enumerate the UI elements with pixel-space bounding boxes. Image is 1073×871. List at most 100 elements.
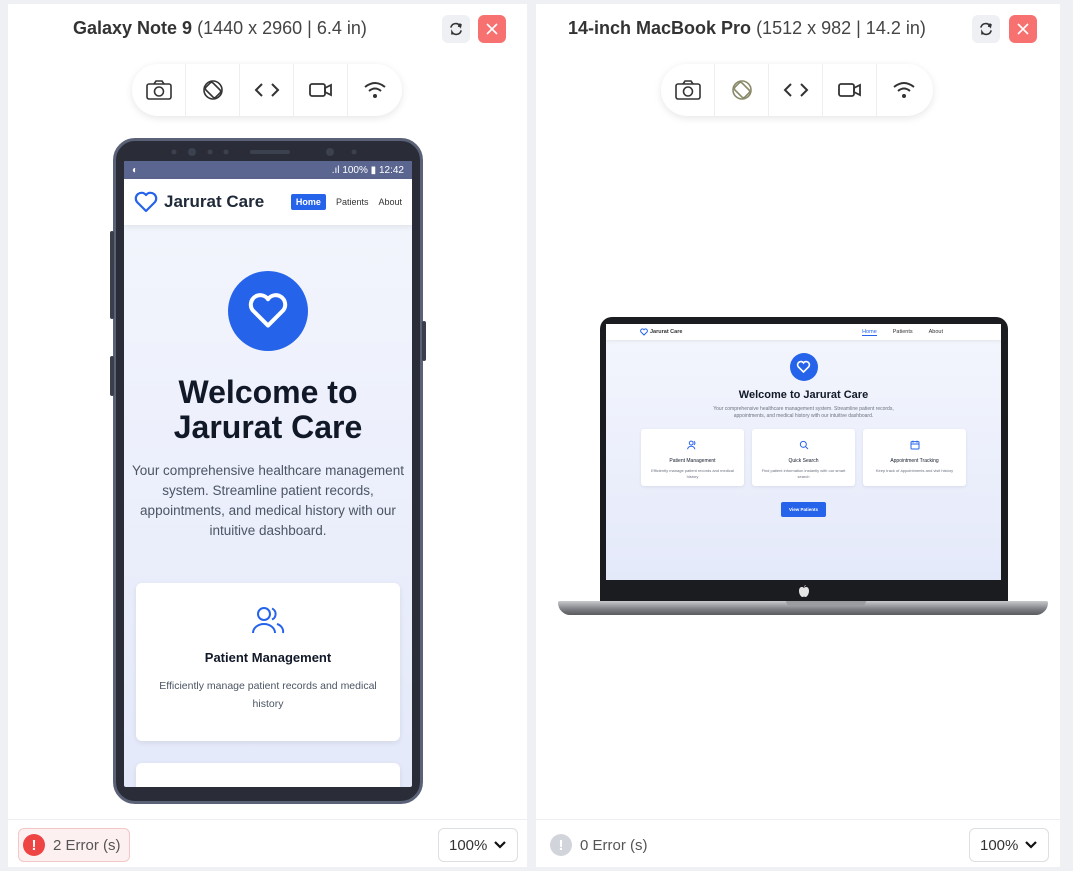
error-count: 0 Error (s)	[580, 836, 648, 854]
status-spinner-icon: ◐	[132, 164, 139, 176]
error-count: 2 Error (s)	[53, 836, 121, 854]
record-button[interactable]	[823, 64, 877, 116]
search-icon	[253, 785, 283, 787]
close-icon	[486, 23, 498, 35]
phone-screen: ◐ .ıl 100% ▮ 12:42 Jarurat Care Home Pat…	[124, 161, 412, 787]
feature-desc: Keep track of appointments and visit his…	[875, 468, 954, 473]
feature-card-quick-search: Quick Search Find patient information in…	[752, 429, 855, 486]
device-name: Galaxy Note 9	[73, 18, 193, 38]
panel-header: Galaxy Note 9 (1440 x 2960 | 6.4 in)	[8, 14, 527, 44]
calendar-icon	[910, 440, 919, 450]
nav-home-link[interactable]: Home	[862, 329, 877, 336]
nav-about-link[interactable]: About	[929, 329, 943, 336]
zoom-select[interactable]: 100%	[438, 828, 518, 862]
record-button[interactable]	[294, 64, 348, 116]
hero-title: Welcome to Jarurat Care	[738, 389, 869, 401]
brand-name: Jarurat Care	[164, 192, 265, 211]
inspect-code-button[interactable]	[240, 64, 294, 116]
heart-icon	[640, 328, 648, 336]
app-navbar: Jarurat Care Home Patients About	[606, 324, 1001, 340]
battery-level: 100%	[342, 164, 368, 176]
status-right: .ıl 100% ▮ 12:42	[332, 165, 404, 176]
feature-cards: Patient Management Efficiently manage pa…	[606, 429, 1001, 486]
heart-icon	[796, 360, 811, 374]
heart-icon	[248, 293, 288, 328]
network-button[interactable]	[348, 64, 402, 116]
close-icon	[1017, 23, 1029, 35]
hero-subtitle: Your comprehensive healthcare management…	[713, 406, 894, 419]
wifi-icon	[893, 82, 915, 98]
device-title: Galaxy Note 9 (1440 x 2960 | 6.4 in)	[73, 18, 367, 39]
panel-footer: ! 2 Error (s) 100%	[8, 819, 527, 867]
device-panel-galaxy: Galaxy Note 9 (1440 x 2960 | 6.4 in) ◐ .…	[8, 4, 527, 867]
nav-patients-link[interactable]: Patients	[336, 197, 369, 207]
device-title: 14-inch MacBook Pro (1512 x 982 | 14.2 i…	[568, 18, 926, 39]
feature-desc: Efficiently manage patient records and m…	[159, 680, 377, 710]
feature-card-patient-management: Patient Management Efficiently manage pa…	[136, 583, 400, 741]
zoom-value: 100%	[980, 836, 1019, 854]
apple-logo-icon	[799, 585, 809, 597]
battery-icon: ▮	[370, 164, 377, 176]
chevron-down-icon	[494, 841, 506, 849]
refresh-button[interactable]	[442, 15, 470, 43]
phone-power-button	[422, 321, 426, 361]
nav-patients-link[interactable]: Patients	[893, 329, 913, 336]
rotate-button[interactable]	[715, 64, 769, 116]
device-toolbar	[132, 64, 402, 116]
nav-links: Home Patients About	[290, 194, 402, 210]
chevron-down-icon	[1025, 841, 1037, 849]
inspect-code-button[interactable]	[769, 64, 823, 116]
feature-card-quick-search	[136, 763, 400, 787]
app-navbar: Jarurat Care Home Patients About	[124, 179, 412, 225]
feature-card-appointment-tracking: Appointment Tracking Keep track of appoi…	[863, 429, 966, 486]
screenshot-button[interactable]	[661, 64, 715, 116]
laptop-screen: Jarurat Care Home Patients About Welcome…	[606, 324, 1001, 580]
phone-side-button	[110, 356, 114, 396]
feature-title: Quick Search	[788, 458, 819, 464]
rotate-button[interactable]	[186, 64, 240, 116]
feature-title: Patient Management	[204, 650, 332, 665]
device-name: 14-inch MacBook Pro	[568, 18, 752, 38]
panel-footer: ! 0 Error (s) 100%	[536, 819, 1060, 867]
phone-side-button	[110, 231, 114, 319]
error-indicator[interactable]: ! 2 Error (s)	[18, 828, 130, 862]
code-icon	[783, 83, 808, 97]
nav-home-link[interactable]: Home	[290, 194, 326, 210]
panel-header: 14-inch MacBook Pro (1512 x 982 | 14.2 i…	[536, 14, 1060, 44]
hero-heart-badge	[228, 271, 308, 351]
network-button[interactable]	[877, 64, 931, 116]
video-icon	[308, 83, 332, 97]
close-button[interactable]	[1009, 15, 1037, 43]
signal-icon: .ıl	[331, 164, 340, 176]
zoom-select[interactable]: 100%	[969, 828, 1049, 862]
feature-title: Patient Management	[669, 458, 716, 464]
brand-logo[interactable]: Jarurat Care	[640, 328, 682, 336]
rotate-icon	[731, 80, 752, 100]
hero-subtitle: Your comprehensive healthcare management…	[132, 463, 404, 538]
error-alert-icon: !	[23, 834, 45, 856]
refresh-icon	[980, 22, 992, 36]
phone-frame: ◐ .ıl 100% ▮ 12:42 Jarurat Care Home Pat…	[110, 138, 426, 804]
status-time: 12:42	[378, 164, 404, 176]
camera-icon	[674, 80, 701, 100]
device-toolbar	[661, 64, 933, 116]
close-button[interactable]	[478, 15, 506, 43]
video-icon	[837, 83, 861, 97]
code-icon	[254, 83, 279, 97]
users-icon	[252, 607, 285, 634]
brand-logo[interactable]: Jarurat Care	[134, 191, 264, 213]
view-patients-button[interactable]: View Patients	[781, 502, 826, 517]
laptop-frame: Jarurat Care Home Patients About Welcome…	[600, 317, 1008, 601]
feature-desc: Efficiently manage patient records and m…	[651, 468, 734, 479]
error-alert-icon: !	[550, 834, 572, 856]
refresh-button[interactable]	[972, 15, 1000, 43]
device-spec: (1512 x 982 | 14.2 in)	[756, 18, 926, 38]
error-indicator[interactable]: ! 0 Error (s)	[546, 828, 656, 862]
nav-about-link[interactable]: About	[378, 197, 402, 207]
screenshot-button[interactable]	[132, 64, 186, 116]
users-icon	[687, 440, 696, 450]
phone-sensors	[171, 148, 357, 156]
hero-title: Welcome to Jarurat Care	[173, 374, 363, 445]
zoom-value: 100%	[449, 836, 488, 854]
hero-heart-badge	[789, 353, 818, 381]
